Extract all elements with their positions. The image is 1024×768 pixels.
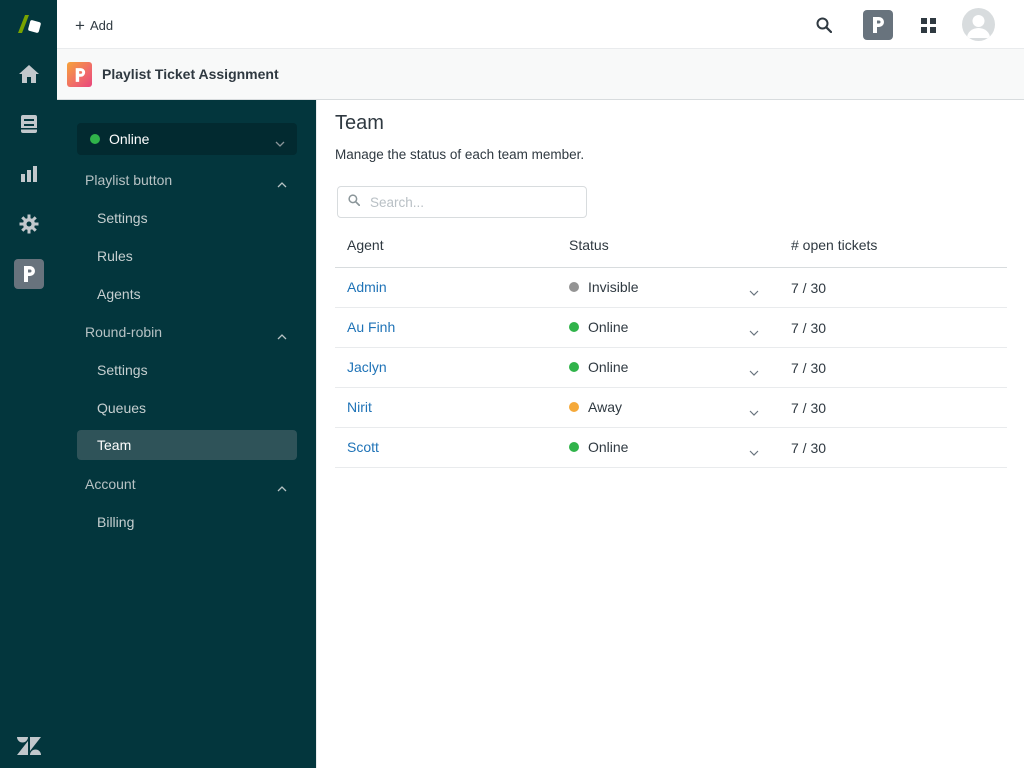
nav-item-billing[interactable]: Billing	[77, 507, 297, 537]
team-table: Agent Status # open tickets Admin Invisi…	[335, 228, 1007, 468]
nav-section-round-robin[interactable]: Round-robin	[77, 317, 297, 347]
agent-link[interactable]: Nirit	[347, 399, 372, 415]
nav-section-account[interactable]: Account	[77, 469, 297, 499]
agent-link[interactable]: Admin	[347, 279, 387, 295]
agent-status-dropdown[interactable]: Online	[77, 123, 297, 155]
nav-item-label: Billing	[97, 514, 135, 530]
nav-item-label: Rules	[97, 248, 133, 264]
plus-icon: +	[75, 15, 85, 35]
add-button[interactable]: + Add	[75, 13, 113, 37]
status-dropdown[interactable]: Away	[569, 399, 759, 416]
open-tickets-count: 7 / 30	[791, 360, 827, 376]
column-header-open-tickets: # open tickets	[791, 237, 878, 253]
nav-section-label: Account	[85, 476, 136, 492]
column-header-agent: Agent	[347, 237, 384, 253]
chevron-up-icon	[277, 479, 287, 495]
column-header-status: Status	[569, 237, 609, 253]
status-text: Online	[588, 359, 629, 375]
status-text: Invisible	[588, 279, 639, 295]
home-icon[interactable]	[0, 54, 57, 94]
nav-item-queues[interactable]: Queues	[77, 393, 297, 423]
status-dropdown[interactable]: Online	[569, 439, 759, 456]
status-text: Online	[588, 439, 629, 455]
chevron-down-icon	[749, 283, 759, 299]
nav-item-label: Settings	[97, 362, 148, 378]
chevron-down-icon	[749, 323, 759, 339]
page-description: Manage the status of each team member.	[335, 147, 585, 162]
nav-section-label: Playlist button	[85, 172, 173, 188]
open-tickets-count: 7 / 30	[791, 440, 827, 456]
chevron-down-icon	[749, 363, 759, 379]
nav-item-round-robin-settings[interactable]: Settings	[77, 355, 297, 385]
app-title: Playlist Ticket Assignment	[102, 66, 279, 82]
app-header: Playlist Ticket Assignment	[57, 49, 1024, 100]
user-avatar-icon[interactable]	[962, 8, 995, 41]
playlist-app-tile	[13, 259, 44, 289]
nav-section-label: Round-robin	[85, 324, 163, 340]
nav-item-playlist-settings[interactable]: Settings	[77, 203, 297, 233]
agent-link[interactable]: Jaclyn	[347, 359, 387, 375]
page-title: Team	[335, 112, 384, 134]
status-dropdown[interactable]: Invisible	[569, 279, 759, 296]
playlist-app-icon[interactable]	[0, 254, 57, 294]
chevron-up-icon	[277, 175, 287, 191]
agent-status-label: Online	[109, 131, 150, 147]
chevron-down-icon	[749, 403, 759, 419]
nav-item-label: Settings	[97, 210, 148, 226]
status-dropdown[interactable]: Online	[569, 359, 759, 376]
playlist-logo-icon	[67, 62, 92, 87]
table-row: Au Finh Online 7 / 30	[335, 308, 1007, 348]
open-tickets-count: 7 / 30	[791, 320, 827, 336]
product-rail	[0, 0, 57, 768]
avatar	[962, 8, 995, 41]
open-tickets-count: 7 / 30	[791, 280, 827, 296]
table-row: Nirit Away 7 / 30	[335, 388, 1007, 428]
table-row: Jaclyn Online 7 / 30	[335, 348, 1007, 388]
chevron-up-icon	[277, 327, 287, 343]
agent-link[interactable]: Au Finh	[347, 319, 395, 335]
status-text: Away	[588, 399, 622, 415]
search-icon	[348, 193, 361, 211]
agent-link[interactable]: Scott	[347, 439, 379, 455]
nav-item-label: Agents	[97, 286, 141, 302]
main-content: Team Manage the status of each team memb…	[318, 100, 1024, 768]
add-button-label: Add	[89, 17, 114, 33]
nav-item-rules[interactable]: Rules	[77, 241, 297, 271]
search-input[interactable]	[370, 194, 570, 210]
reporting-icon[interactable]	[0, 154, 57, 194]
status-online-dot	[569, 362, 579, 372]
nav-item-agents[interactable]: Agents	[77, 279, 297, 309]
chevron-down-icon	[749, 443, 759, 459]
nav-section-playlist-button[interactable]: Playlist button	[77, 165, 297, 195]
nav-item-team[interactable]: Team	[77, 430, 297, 460]
status-online-dot	[569, 442, 579, 452]
apps-grid-icon[interactable]	[913, 10, 943, 40]
zendesk-product-logo-icon[interactable]	[0, 4, 57, 44]
views-icon[interactable]	[0, 104, 57, 144]
nav-item-label: Team	[97, 437, 132, 453]
chevron-down-icon	[275, 134, 285, 152]
app-sidebar: Online Playlist button Settings Rules Ag…	[57, 100, 317, 768]
playlist-app-icon[interactable]	[863, 10, 893, 40]
table-row: Admin Invisible 7 / 30	[335, 268, 1007, 308]
status-invisible-dot	[569, 282, 579, 292]
table-header: Agent Status # open tickets	[335, 228, 1007, 268]
status-online-dot	[569, 322, 579, 332]
admin-gear-icon[interactable]	[0, 204, 57, 244]
status-dropdown[interactable]: Online	[569, 319, 759, 336]
status-text: Online	[588, 319, 629, 335]
search-icon[interactable]	[809, 10, 839, 40]
search-box[interactable]	[337, 186, 587, 218]
status-online-dot	[90, 134, 100, 144]
table-row: Scott Online 7 / 30	[335, 428, 1007, 468]
playlist-app-tile	[863, 10, 893, 40]
zendesk-logo-icon[interactable]	[0, 726, 57, 766]
nav-item-label: Queues	[97, 400, 147, 416]
top-bar: + Add	[57, 0, 1024, 49]
open-tickets-count: 7 / 30	[791, 400, 827, 416]
status-away-dot	[569, 402, 579, 412]
